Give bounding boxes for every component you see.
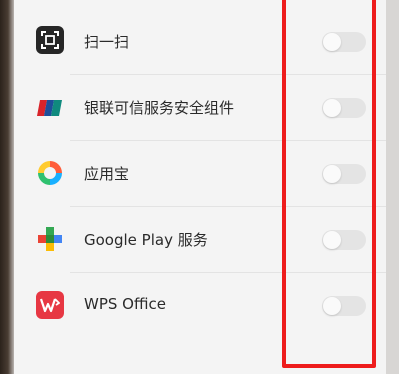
yingyongbao-icon [36, 159, 64, 187]
scan-icon [36, 26, 64, 54]
list-item-yingyongbao[interactable]: 应用宝 [14, 141, 386, 207]
toggle-knob [323, 297, 341, 315]
list-item-google-play-services[interactable]: Google Play 服务 [14, 207, 386, 273]
phone-frame: 扫一扫 银联可信服务安全组件 应用宝 Google Play 服务 WPS Of… [0, 0, 399, 374]
unionpay-icon [36, 94, 64, 122]
toggle-switch[interactable] [322, 164, 366, 184]
toggle-switch[interactable] [322, 230, 366, 250]
app-label: 应用宝 [84, 165, 130, 183]
list-item-unionpay[interactable]: 银联可信服务安全组件 [14, 75, 386, 141]
toggle-knob [323, 33, 341, 51]
app-label: 银联可信服务安全组件 [84, 99, 235, 117]
google-play-services-icon [36, 225, 64, 253]
toggle-knob [323, 231, 341, 249]
toggle-switch[interactable] [322, 296, 366, 316]
toggle-knob [323, 165, 341, 183]
app-label: Google Play 服务 [84, 231, 208, 249]
app-label: WPS Office [84, 295, 166, 313]
app-permission-list: 扫一扫 银联可信服务安全组件 应用宝 Google Play 服务 WPS Of… [14, 0, 386, 374]
toggle-switch[interactable] [322, 98, 366, 118]
list-item-scan[interactable]: 扫一扫 [14, 9, 386, 75]
toggle-knob [323, 99, 341, 117]
wps-office-icon [36, 291, 64, 319]
app-label: 扫一扫 [84, 33, 130, 51]
toggle-switch[interactable] [322, 32, 366, 52]
list-item-wps-office[interactable]: WPS Office [14, 273, 386, 339]
